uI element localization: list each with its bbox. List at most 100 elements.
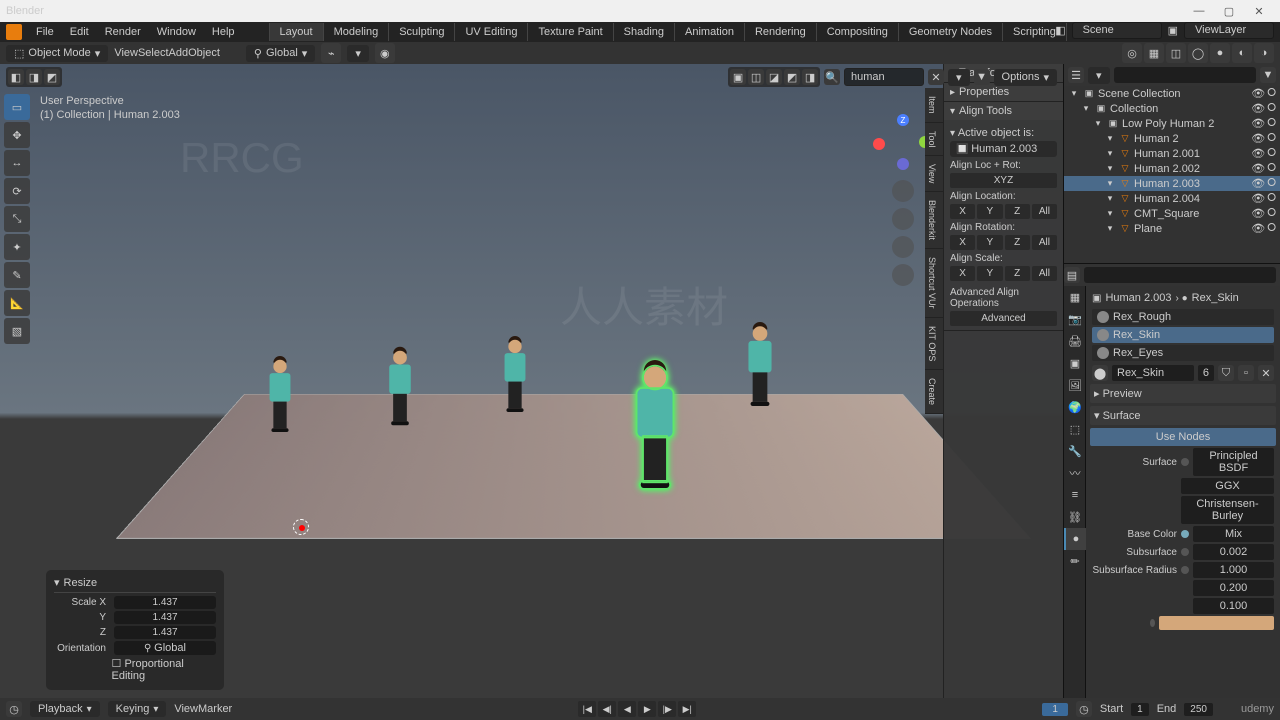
menu-file[interactable]: File (28, 24, 62, 40)
persp-icon[interactable] (892, 264, 914, 286)
outliner-cmt_square[interactable]: ▾▽CMT_Square👁⭘ (1064, 206, 1280, 221)
workspace-rendering[interactable]: Rendering (745, 23, 817, 41)
zoom-icon[interactable] (892, 180, 914, 202)
props-tab-11[interactable]: ● (1064, 528, 1086, 550)
mat-browse-icon[interactable]: ⬤ (1092, 365, 1108, 381)
prev-key-icon[interactable]: ◀| (598, 701, 616, 717)
props-tab-7[interactable]: 🔧 (1064, 440, 1086, 462)
human-2-004[interactable] (739, 322, 781, 406)
workspace-animation[interactable]: Animation (675, 23, 745, 41)
mode-select[interactable]: ⬚Object Mode▾ (6, 45, 108, 62)
solid-shade-icon[interactable]: ● (1210, 43, 1230, 63)
workspace-sculpting[interactable]: Sculpting (389, 23, 455, 41)
props-tab-8[interactable]: 〰 (1064, 462, 1086, 484)
radius-1[interactable]: 0.200 (1193, 580, 1274, 596)
jump-start-icon[interactable]: |◀ (578, 701, 596, 717)
mat-unlink-icon[interactable]: ✕ (1258, 365, 1274, 381)
proportional-toggle[interactable]: ◉ (375, 43, 395, 63)
cursor-tool[interactable]: ✥ (4, 122, 30, 148)
human-2-001[interactable] (380, 347, 419, 425)
align-xyz-button[interactable]: XYZ (950, 173, 1057, 188)
subsurf-color-swatch[interactable] (1159, 616, 1274, 630)
menu-edit[interactable]: Edit (62, 24, 97, 40)
outliner-human-2-001[interactable]: ▾▽Human 2.001👁⭘ (1064, 146, 1280, 161)
view3d-menu-object[interactable]: Object (188, 47, 220, 59)
scale-y-field[interactable]: 1.437 (114, 611, 216, 624)
transform-tool[interactable]: ✦ (4, 234, 30, 260)
align-y[interactable]: Y (977, 235, 1002, 250)
subsurface-field[interactable]: 0.002 (1193, 544, 1274, 560)
matprev-shade-icon[interactable]: ◐ (1232, 43, 1252, 63)
keying-menu[interactable]: Keying ▾ (108, 701, 167, 717)
radius-2[interactable]: 0.100 (1193, 598, 1274, 614)
mat-new-icon[interactable]: ▫ (1238, 365, 1254, 381)
material-slot-rex_eyes[interactable]: Rex_Eyes (1092, 345, 1274, 361)
selectability-icons[interactable]: ◧ ◨ ◩ (6, 67, 62, 87)
base-color-field[interactable]: Mix (1193, 526, 1274, 542)
max-btn[interactable]: ▢ (1214, 2, 1244, 20)
align-z[interactable]: Z (1005, 235, 1030, 250)
orientation-select[interactable]: ⚲Global▾ (246, 45, 315, 62)
align-all[interactable]: All (1032, 235, 1057, 250)
outliner-filter-icon[interactable]: ▼ (1260, 67, 1276, 83)
prop-edit-check[interactable]: ☐ Proportional Editing (112, 657, 216, 682)
outliner-type-icon[interactable]: ☰ (1068, 67, 1084, 83)
filter-c-icon[interactable]: ◪ (766, 69, 782, 85)
resize-header[interactable]: ▾ Resize (54, 576, 216, 593)
gizmo-vis-icon[interactable]: ◎ (1122, 43, 1142, 63)
surface-shader-select[interactable]: Principled BSDF (1193, 448, 1274, 476)
scale-tool[interactable]: ⤡ (4, 206, 30, 232)
workspace-uv-editing[interactable]: UV Editing (455, 23, 528, 41)
ntab-tool[interactable]: Tool (925, 123, 943, 157)
move-tool[interactable]: ↔ (4, 150, 30, 176)
filter-e-icon[interactable]: ◨ (802, 69, 818, 85)
workspace-shading[interactable]: Shading (614, 23, 675, 41)
snap-toggle[interactable]: ⌁ (321, 43, 341, 63)
current-frame[interactable]: 1 (1042, 703, 1068, 716)
props-search[interactable] (1084, 267, 1276, 283)
viewlayer-field[interactable]: ViewLayer (1184, 22, 1274, 39)
material-slot-rex_skin[interactable]: Rex_Skin (1092, 327, 1274, 343)
next-key-icon[interactable]: |▶ (658, 701, 676, 717)
camera-icon[interactable] (892, 236, 914, 258)
align-z[interactable]: Z (1005, 266, 1030, 281)
props-tab-4[interactable]: 🖼 (1064, 374, 1086, 396)
annotate-tool[interactable]: ✎ (4, 262, 30, 288)
material-slot-rex_rough[interactable]: Rex_Rough (1092, 309, 1274, 325)
wireframe-shade-icon[interactable]: ◯ (1188, 43, 1208, 63)
outliner-plane[interactable]: ▾▽Plane👁⭘ (1064, 221, 1280, 236)
advanced-button[interactable]: Advanced (950, 311, 1057, 326)
ntab-create[interactable]: Create (925, 370, 943, 414)
xray-icon[interactable]: ◫ (1166, 43, 1186, 63)
playback-menu[interactable]: Playback ▾ (30, 701, 100, 717)
workspace-compositing[interactable]: Compositing (817, 23, 899, 41)
align-all[interactable]: All (1032, 204, 1057, 219)
props-tab-1[interactable]: 📷 (1064, 308, 1086, 330)
end-frame[interactable]: 250 (1184, 703, 1213, 716)
menu-help[interactable]: Help (204, 24, 243, 40)
autokey-icon[interactable]: ◷ (1076, 701, 1092, 717)
menu-window[interactable]: Window (149, 24, 204, 40)
funnel-icon[interactable]: ▼ (974, 69, 990, 85)
options-menu[interactable]: Options▾ (994, 69, 1057, 86)
align-x[interactable]: X (950, 235, 975, 250)
props-tab-0[interactable]: ▦ (1064, 286, 1086, 308)
ntab-shortcut-vur[interactable]: Shortcut VUr (925, 249, 943, 318)
radius-0[interactable]: 1.000 (1193, 562, 1274, 578)
search-clear-icon[interactable]: ✕ (928, 69, 944, 85)
ntab-blenderkit[interactable]: Blenderkit (925, 192, 943, 249)
outliner-scene-collection[interactable]: ▾▣Scene Collection👁⭘ (1064, 86, 1280, 101)
measure-tool[interactable]: 📐 (4, 290, 30, 316)
outliner-human-2[interactable]: ▾▽Human 2👁⭘ (1064, 131, 1280, 146)
select-box-tool[interactable]: ▭ (4, 94, 30, 120)
pan-icon[interactable] (892, 208, 914, 230)
ntab-view[interactable]: View (925, 156, 943, 192)
play-rev-icon[interactable]: ◀ (618, 701, 636, 717)
props-tab-10[interactable]: ⛓ (1064, 506, 1086, 528)
props-tab-3[interactable]: ▣ (1064, 352, 1086, 374)
align-z[interactable]: Z (1005, 204, 1030, 219)
use-nodes-button[interactable]: Use Nodes (1090, 428, 1276, 446)
timeline-menu-view[interactable]: View (174, 703, 198, 715)
scale-x-field[interactable]: 1.437 (114, 596, 216, 609)
surface-section[interactable]: ▾ Surface (1090, 406, 1276, 425)
